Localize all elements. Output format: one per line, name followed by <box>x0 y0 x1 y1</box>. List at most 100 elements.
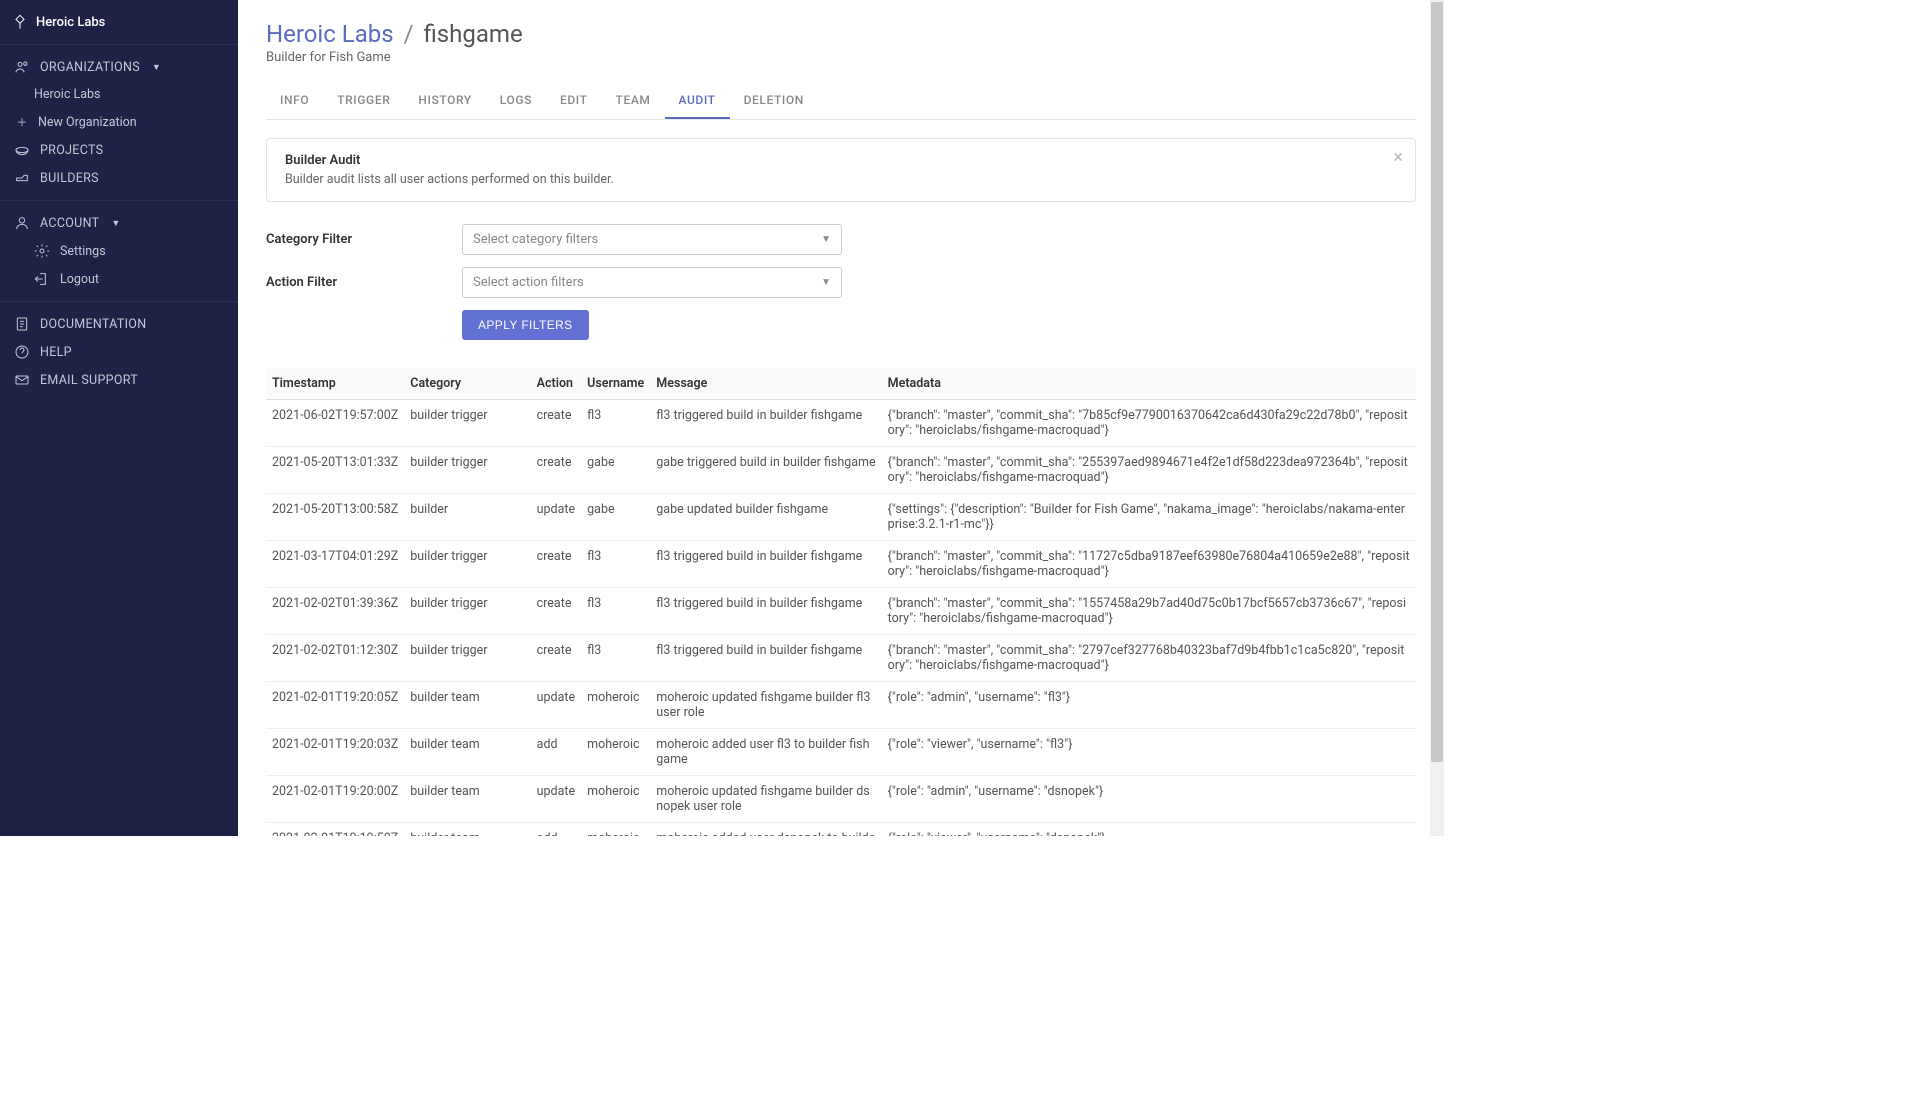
table-row: 2021-02-01T19:20:03Zbuilder teamaddmoher… <box>266 729 1416 776</box>
tab-trigger[interactable]: TRIGGER <box>323 83 404 119</box>
cell-act: create <box>531 588 581 635</box>
cell-meta: {"role": "admin", "username": "fl3"} <box>882 682 1416 729</box>
sidebar-help[interactable]: HELP <box>0 338 238 366</box>
cell-act: update <box>531 494 581 541</box>
table-row: 2021-02-01T19:20:00Zbuilder teamupdatemo… <box>266 776 1416 823</box>
cell-act: create <box>531 447 581 494</box>
column-header: Metadata <box>882 368 1416 400</box>
plus-icon: ＋ <box>14 114 30 130</box>
scrollbar-thumb[interactable] <box>1431 2 1443 762</box>
cell-msg: fl3 triggered build in builder fishgame <box>650 635 881 682</box>
cell-msg: moheroic added user dsnopek to builder f… <box>650 823 881 837</box>
cell-cat: builder team <box>404 776 530 823</box>
cell-msg: moheroic updated fishgame builder fl3 us… <box>650 682 881 729</box>
close-icon[interactable]: × <box>1393 149 1403 167</box>
breadcrumb-org[interactable]: Heroic Labs <box>266 20 394 48</box>
panel-text: Builder audit lists all user actions per… <box>285 172 1397 187</box>
cell-ts: 2021-02-02T01:39:36Z <box>266 588 404 635</box>
cell-act: update <box>531 682 581 729</box>
cell-user: fl3 <box>581 541 650 588</box>
cell-user: moheroic <box>581 729 650 776</box>
chevron-down-icon: ▼ <box>821 277 831 288</box>
info-panel: × Builder Audit Builder audit lists all … <box>266 138 1416 202</box>
cell-cat: builder team <box>404 729 530 776</box>
cell-meta: {"branch": "master", "commit_sha": "2797… <box>882 635 1416 682</box>
logo-icon <box>12 14 28 30</box>
cell-ts: 2021-02-02T01:12:30Z <box>266 635 404 682</box>
tab-team[interactable]: TEAM <box>602 83 665 119</box>
tab-info[interactable]: INFO <box>266 83 323 119</box>
cell-cat: builder team <box>404 823 530 837</box>
apply-filters-button[interactable]: APPLY FILTERS <box>462 310 589 340</box>
tab-audit[interactable]: AUDIT <box>665 83 730 119</box>
users-icon <box>14 59 30 75</box>
sidebar-org-item[interactable]: Heroic Labs <box>0 81 238 108</box>
sidebar-account[interactable]: ACCOUNT ▼ <box>0 209 238 237</box>
cell-user: moheroic <box>581 776 650 823</box>
cell-cat: builder trigger <box>404 447 530 494</box>
cell-cat: builder <box>404 494 530 541</box>
action-filter-select[interactable]: Select action filters ▼ <box>462 267 842 298</box>
doc-icon <box>14 316 30 332</box>
chevron-down-icon: ▼ <box>152 62 161 73</box>
brand-label: Heroic Labs <box>36 15 105 30</box>
gear-icon <box>34 243 50 259</box>
cell-msg: gabe triggered build in builder fishgame <box>650 447 881 494</box>
user-icon <box>14 215 30 231</box>
cell-meta: {"role": "viewer", "username": "dsnopek"… <box>882 823 1416 837</box>
cell-meta: {"role": "admin", "username": "dsnopek"} <box>882 776 1416 823</box>
tabs: INFOTRIGGERHISTORYLOGSEDITTEAMAUDITDELET… <box>266 83 1416 120</box>
cell-ts: 2021-02-01T19:20:03Z <box>266 729 404 776</box>
sidebar-builders[interactable]: BUILDERS <box>0 164 238 192</box>
sidebar-projects[interactable]: PROJECTS <box>0 136 238 164</box>
cell-act: create <box>531 400 581 447</box>
cell-user: gabe <box>581 494 650 541</box>
column-header: Timestamp <box>266 368 404 400</box>
cell-meta: {"role": "viewer", "username": "fl3"} <box>882 729 1416 776</box>
main-content: Heroic Labs / fishgame Builder for Fish … <box>238 0 1444 836</box>
sidebar-logout[interactable]: Logout <box>0 265 238 293</box>
chevron-down-icon: ▼ <box>111 218 120 229</box>
cell-ts: 2021-06-02T19:57:00Z <box>266 400 404 447</box>
audit-table: TimestampCategoryActionUsernameMessageMe… <box>266 368 1416 836</box>
cell-ts: 2021-05-20T13:01:33Z <box>266 447 404 494</box>
table-row: 2021-02-01T19:19:58Zbuilder teamadd moher… <box>266 823 1416 837</box>
tab-edit[interactable]: EDIT <box>546 83 602 119</box>
column-header: Username <box>581 368 650 400</box>
table-row: 2021-02-02T01:39:36Zbuilder triggercreat… <box>266 588 1416 635</box>
cell-ts: 2021-02-01T19:20:00Z <box>266 776 404 823</box>
cell-cat: builder trigger <box>404 635 530 682</box>
breadcrumb-project: fishgame <box>423 20 522 48</box>
chevron-down-icon: ▼ <box>821 234 831 245</box>
table-row: 2021-02-02T01:12:30Zbuilder triggercreat… <box>266 635 1416 682</box>
tab-deletion[interactable]: DELETION <box>730 83 818 119</box>
builders-icon <box>14 170 30 186</box>
cell-ts: 2021-02-01T19:19:58Z <box>266 823 404 837</box>
cell-ts: 2021-05-20T13:00:58Z <box>266 494 404 541</box>
sidebar-email-support[interactable]: EMAIL SUPPORT <box>0 366 238 394</box>
brand-logo[interactable]: Heroic Labs <box>0 0 238 44</box>
cell-cat: builder trigger <box>404 541 530 588</box>
sidebar-new-org[interactable]: ＋ New Organization <box>0 108 238 136</box>
tab-logs[interactable]: LOGS <box>486 83 546 119</box>
cell-msg: fl3 triggered build in builder fishgame <box>650 400 881 447</box>
scrollbar[interactable] <box>1430 0 1444 836</box>
cell-cat: builder team <box>404 682 530 729</box>
table-row: 2021-03-17T04:01:29Zbuilder triggercreat… <box>266 541 1416 588</box>
category-filter-select[interactable]: Select category filters ▼ <box>462 224 842 255</box>
cell-act: add <box>531 823 581 837</box>
cell-meta: {"branch": "master", "commit_sha": "1172… <box>882 541 1416 588</box>
sidebar-settings[interactable]: Settings <box>0 237 238 265</box>
tab-history[interactable]: HISTORY <box>404 83 485 119</box>
page-subtitle: Builder for Fish Game <box>266 50 1416 65</box>
sidebar-documentation[interactable]: DOCUMENTATION <box>0 310 238 338</box>
cell-cat: builder trigger <box>404 400 530 447</box>
cell-meta: {"branch": "master", "commit_sha": "7b85… <box>882 400 1416 447</box>
sidebar-organizations[interactable]: ORGANIZATIONS ▼ <box>0 53 238 81</box>
cell-meta: {"branch": "master", "commit_sha": "1557… <box>882 588 1416 635</box>
breadcrumb: Heroic Labs / fishgame <box>266 20 1416 48</box>
column-header: Action <box>531 368 581 400</box>
mail-icon <box>14 372 30 388</box>
cell-user: fl3 <box>581 588 650 635</box>
cell-msg: fl3 triggered build in builder fishgame <box>650 588 881 635</box>
